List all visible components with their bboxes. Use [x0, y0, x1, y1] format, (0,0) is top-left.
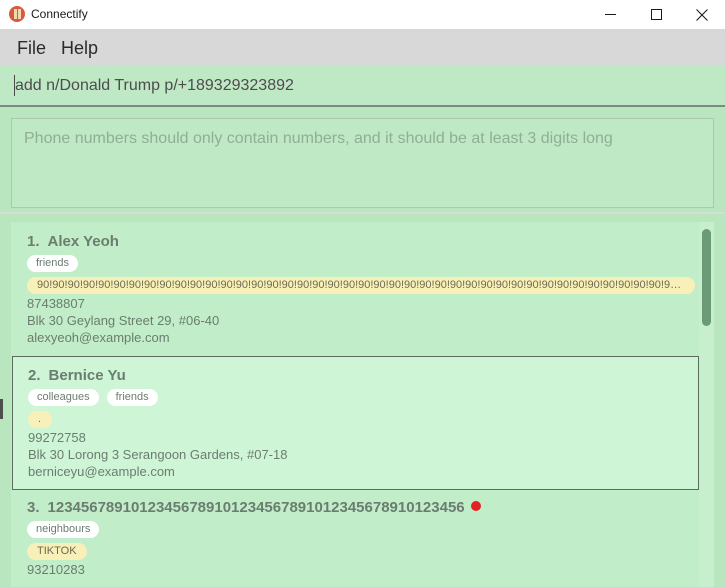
person-email: berniceyu@example.com [28, 464, 175, 479]
person-phone: 87438807 [27, 296, 85, 311]
person-card-selected[interactable]: 2. Bernice Yu colleagues friends . 992727… [12, 356, 699, 490]
social-tag: TIKTOK [27, 543, 87, 560]
close-icon[interactable] [679, 0, 725, 29]
person-email: alexyeoh@example.com [27, 330, 170, 345]
tag-list: colleagues friends [28, 389, 158, 406]
app-logo-icon [9, 6, 25, 22]
window-title: Connectify [31, 7, 88, 21]
person-card[interactable]: 3. 12345678910123456789101234567891012345… [11, 490, 699, 587]
command-input-box[interactable]: add n/Donald Trump p/+189329323892 [0, 65, 725, 107]
maximize-icon[interactable] [633, 0, 679, 29]
person-name: 3. 12345678910123456789101234567891012345… [27, 499, 481, 516]
title-bar: Connectify [0, 0, 725, 29]
person-address: Blk 30 Geylang Street 29, #06-40 [27, 313, 220, 328]
tag: friends [27, 255, 79, 272]
person-index: 3. [27, 499, 40, 516]
person-address: Blk 30 Lorong 3 Serangoon Gardens, #07-1… [28, 447, 288, 462]
menu-file[interactable]: File [17, 38, 46, 59]
social-tag: 90!90!90!90!90!90!90!90!90!90!90!90!90!9… [27, 277, 695, 294]
tag-list: neighbours [27, 521, 100, 538]
person-phone: 99272758 [28, 430, 86, 445]
person-phone: 93210283 [27, 562, 85, 577]
person-index: 2. [28, 367, 41, 384]
tag: colleagues [28, 389, 99, 406]
result-message: Phone numbers should only contain number… [24, 130, 613, 147]
command-input[interactable]: add n/Donald Trump p/+189329323892 [15, 77, 294, 95]
person-name: 1. Alex Yeoh [27, 233, 119, 250]
person-name: 2. Bernice Yu [28, 367, 126, 384]
tag: neighbours [27, 521, 100, 538]
scrollbar-thumb[interactable] [702, 229, 711, 326]
social-tag: . [28, 411, 52, 428]
person-name-text: Bernice Yu [48, 367, 126, 384]
menu-bar: File Help [0, 29, 725, 65]
person-list[interactable]: 1. Alex Yeoh friends 90!90!90!90!90!90!90… [11, 222, 714, 587]
section-divider [0, 212, 725, 214]
person-index: 1. [27, 233, 40, 250]
edge-marker [0, 399, 3, 419]
menu-help[interactable]: Help [61, 38, 98, 59]
person-name-text: Alex Yeoh [47, 233, 119, 250]
person-name-text: 1234567891012345678910123456789101234567… [47, 499, 465, 516]
result-display: Phone numbers should only contain number… [11, 118, 714, 208]
tag-list: friends [27, 255, 79, 272]
tag: friends [106, 389, 158, 406]
person-card[interactable]: 1. Alex Yeoh friends 90!90!90!90!90!90!90… [11, 222, 699, 356]
status-dot-icon [470, 501, 481, 511]
minimize-icon[interactable] [587, 0, 633, 29]
